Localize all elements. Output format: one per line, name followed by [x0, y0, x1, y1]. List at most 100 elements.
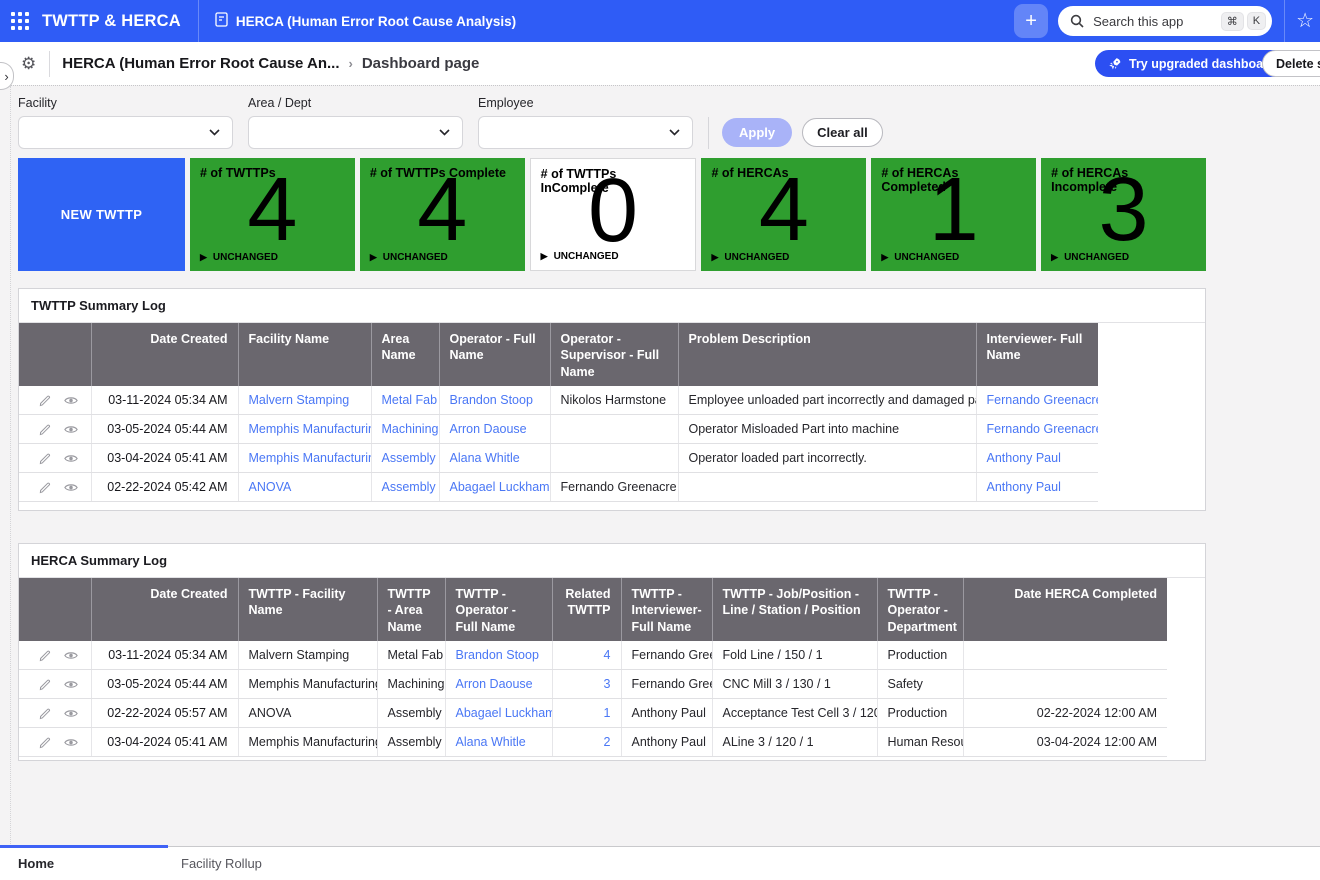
cell-interviewer: Fernando Greenacre	[621, 670, 712, 699]
operator-link[interactable]: Arron Daouse	[456, 677, 533, 691]
favorite-star-icon[interactable]: ☆	[1296, 11, 1314, 31]
view-icon[interactable]	[64, 679, 78, 690]
view-icon[interactable]	[64, 453, 78, 464]
trend-label: UNCHANGED	[383, 252, 448, 263]
kpi-card-hercas-incomplete[interactable]: # of HERCAs Incomplete 3 ▶ UNCHANGED	[1041, 158, 1206, 271]
interviewer-link[interactable]: Anthony Paul	[987, 451, 1061, 465]
edit-icon[interactable]	[39, 452, 52, 465]
app-grid-icon[interactable]	[11, 12, 29, 30]
interviewer-link[interactable]: Fernando Greenacre	[987, 393, 1099, 407]
operator-link[interactable]: Alana Whitle	[450, 451, 520, 465]
trend-triangle-icon: ▶	[541, 252, 548, 261]
trend-triangle-icon: ▶	[370, 253, 377, 262]
chevron-down-icon	[439, 129, 450, 136]
facility-link[interactable]: Memphis Manufacturing	[249, 422, 372, 436]
edit-icon[interactable]	[39, 707, 52, 720]
edit-icon[interactable]	[39, 423, 52, 436]
area-link[interactable]: Machining	[382, 422, 439, 436]
cell-interviewer: Anthony Paul	[621, 728, 712, 757]
facility-link[interactable]: ANOVA	[249, 480, 292, 494]
cell-date-created: 03-11-2024 05:34 AM	[91, 641, 238, 670]
related-twttp-link[interactable]: 3	[604, 677, 611, 691]
cell-supervisor: Fernando Greenacre	[550, 473, 678, 502]
area-link[interactable]: Assembly	[382, 451, 436, 465]
cell-supervisor	[550, 444, 678, 473]
employee-filter-select[interactable]	[478, 116, 693, 149]
area-link[interactable]: Assembly	[382, 480, 436, 494]
kbd-k-key: K	[1247, 12, 1266, 30]
interviewer-link[interactable]: Anthony Paul	[987, 480, 1061, 494]
cell-area: Assembly	[377, 728, 445, 757]
app-tab-label: HERCA (Human Error Root Cause Analysis)	[236, 14, 516, 29]
view-icon[interactable]	[64, 737, 78, 748]
apply-filters-button[interactable]: Apply	[722, 118, 792, 147]
table-row: 02-22-2024 05:42 AM ANOVA Assembly Abaga…	[19, 473, 1098, 502]
add-button[interactable]: +	[1014, 4, 1048, 38]
cell-date-created: 03-05-2024 05:44 AM	[91, 415, 238, 444]
kpi-card-twttps-complete[interactable]: # of TWTTPs Complete 4 ▶ UNCHANGED	[360, 158, 525, 271]
search-input[interactable]	[1091, 13, 1218, 30]
interviewer-link[interactable]: Fernando Greenacre	[987, 422, 1099, 436]
cell-date-completed	[963, 641, 1167, 670]
cell-date-created: 02-22-2024 05:57 AM	[91, 699, 238, 728]
column-header: Related TWTTP	[552, 578, 621, 641]
related-twttp-link[interactable]: 2	[604, 735, 611, 749]
view-icon[interactable]	[64, 708, 78, 719]
view-icon[interactable]	[64, 424, 78, 435]
related-twttp-link[interactable]: 4	[604, 648, 611, 662]
facility-link[interactable]: Memphis Manufacturing	[249, 451, 372, 465]
kpi-title: # of HERCAs Completed	[881, 166, 1026, 194]
cell-date-completed: 03-04-2024 12:00 AM	[963, 728, 1167, 757]
column-header: Date Created	[91, 323, 238, 386]
facility-filter-label: Facility	[18, 96, 233, 110]
kpi-card-twttps[interactable]: # of TWTTPs 4 ▶ UNCHANGED	[190, 158, 355, 271]
operator-link[interactable]: Alana Whitle	[456, 735, 526, 749]
kpi-card-twttps-incomplete[interactable]: # of TWTTPs InComplete 0 ▶ UNCHANGED	[530, 158, 697, 271]
clear-filters-button[interactable]: Clear all	[802, 118, 883, 147]
kpi-title: # of TWTTPs	[200, 166, 345, 180]
kpi-trend: ▶ UNCHANGED	[1051, 252, 1129, 263]
herca-summary-section: HERCA Summary Log Date Created TWTTP - F…	[18, 543, 1206, 761]
edit-icon[interactable]	[39, 649, 52, 662]
edit-icon[interactable]	[39, 394, 52, 407]
filter-bar: Facility Area / Dept Employee	[18, 96, 883, 149]
search-box[interactable]: ⌘ K	[1058, 6, 1272, 36]
kpi-card-hercas-completed[interactable]: # of HERCAs Completed 1 ▶ UNCHANGED	[871, 158, 1036, 271]
operator-link[interactable]: Arron Daouse	[450, 422, 527, 436]
kpi-trend: ▶ UNCHANGED	[881, 252, 959, 263]
kpi-card-hercas[interactable]: # of HERCAs 4 ▶ UNCHANGED	[701, 158, 866, 271]
area-link[interactable]: Metal Fab	[382, 393, 438, 407]
cell-facility: Memphis Manufacturing	[238, 728, 377, 757]
facility-link[interactable]: Malvern Stamping	[249, 393, 350, 407]
view-icon[interactable]	[64, 482, 78, 493]
cell-department: Production	[877, 699, 963, 728]
new-twttp-button[interactable]: NEW TWTTP	[18, 158, 185, 271]
area-dept-filter-select[interactable]	[248, 116, 463, 149]
trend-label: UNCHANGED	[724, 252, 789, 263]
cell-problem: Employee unloaded part incorrectly and d…	[678, 386, 976, 415]
cell-date-created: 03-04-2024 05:41 AM	[91, 444, 238, 473]
edit-icon[interactable]	[39, 678, 52, 691]
area-dept-filter-label: Area / Dept	[248, 96, 463, 110]
edit-icon[interactable]	[39, 736, 52, 749]
cell-job-position: ALine 3 / 120 / 1	[712, 728, 877, 757]
operator-link[interactable]: Brandon Stoop	[456, 648, 539, 662]
cell-job-position: Acceptance Test Cell 3 / 120 / 1	[712, 699, 877, 728]
view-icon[interactable]	[64, 395, 78, 406]
breadcrumb-app[interactable]: HERCA (Human Error Root Cause An...	[62, 55, 339, 72]
app-tab-herca[interactable]: HERCA (Human Error Root Cause Analysis)	[199, 0, 532, 42]
edit-icon[interactable]	[39, 481, 52, 494]
operator-link[interactable]: Brandon Stoop	[450, 393, 533, 407]
related-twttp-link[interactable]: 1	[604, 706, 611, 720]
operator-link[interactable]: Abagael Luckham	[450, 480, 550, 494]
view-icon[interactable]	[64, 650, 78, 661]
tab-facility-rollup[interactable]: Facility Rollup	[181, 847, 262, 880]
divider	[49, 51, 50, 77]
operator-link[interactable]: Abagael Luckham	[456, 706, 553, 720]
delete-button[interactable]: Delete sa	[1262, 50, 1320, 77]
cell-date-completed	[963, 670, 1167, 699]
tab-home[interactable]: Home	[18, 847, 54, 880]
settings-gear-icon[interactable]: ⚙	[21, 55, 36, 72]
table-row: 02-22-2024 05:57 AM ANOVA Assembly Abaga…	[19, 699, 1167, 728]
facility-filter-select[interactable]	[18, 116, 233, 149]
